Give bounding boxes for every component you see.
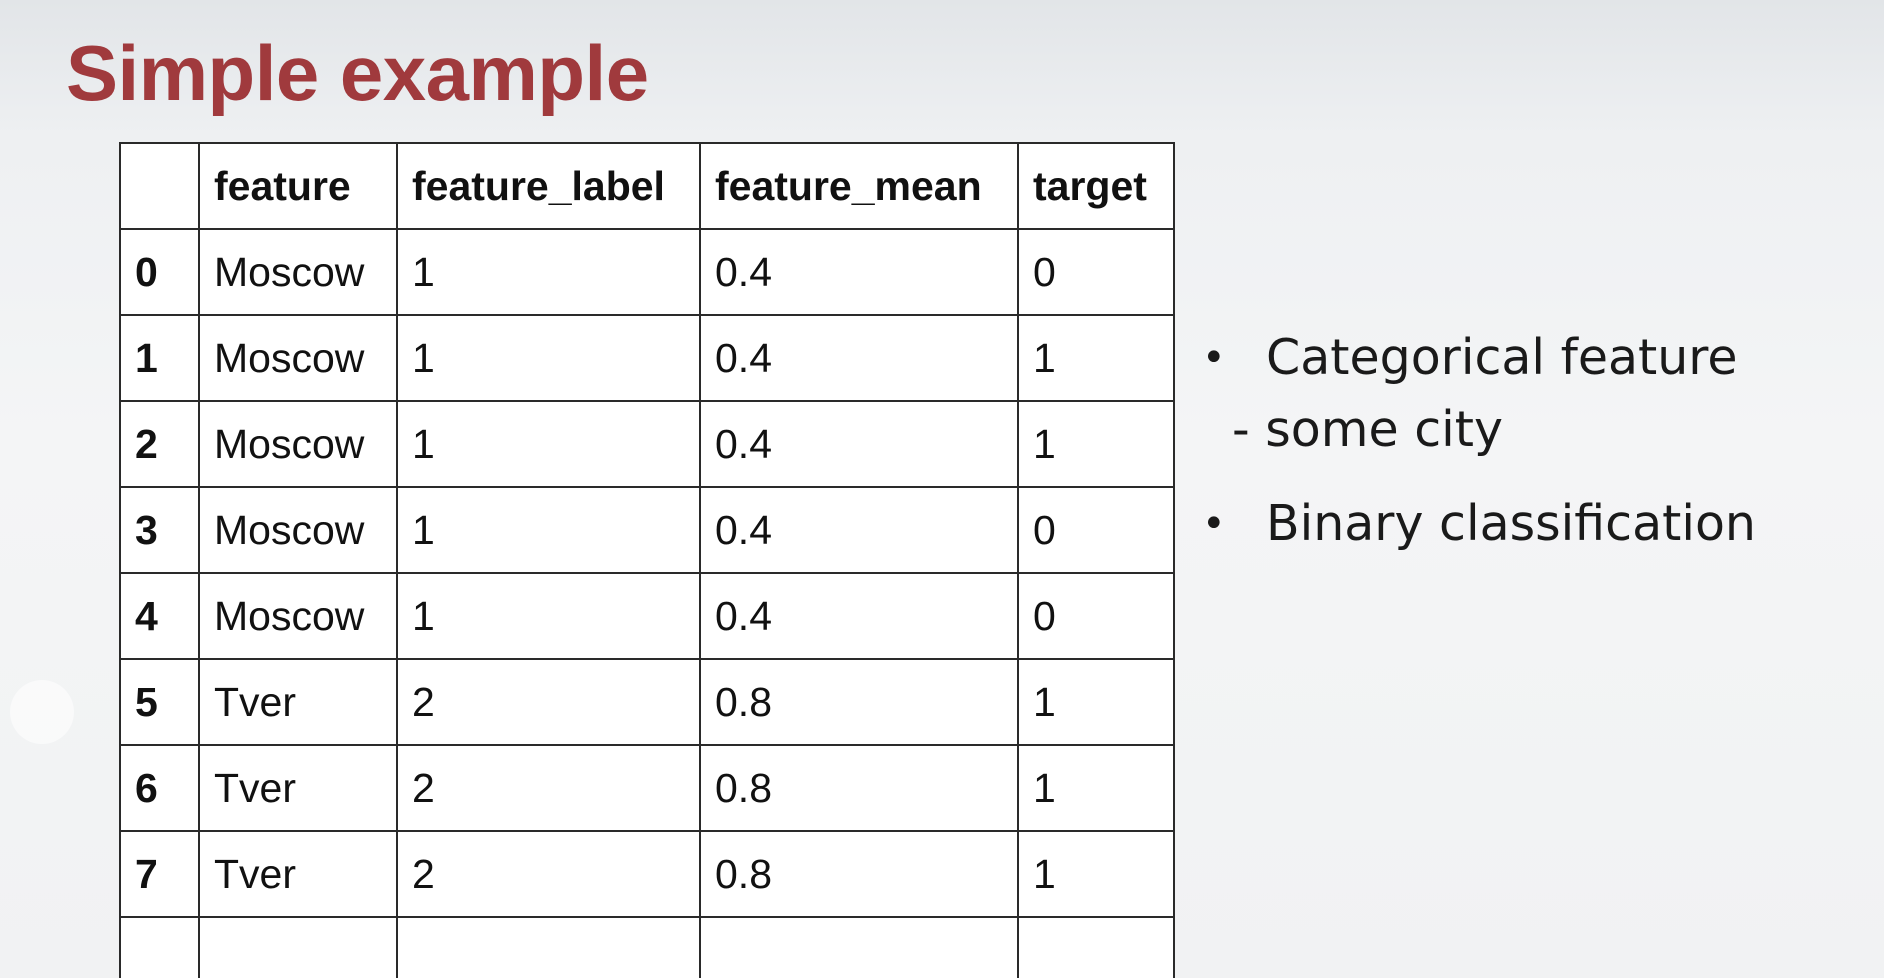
slide: Simple example feature feature_label fea… (0, 0, 1884, 978)
feature-label-cell: 1 (396, 314, 701, 402)
target-cell: 0 (1017, 572, 1175, 660)
bullet-text: Categorical feature (1266, 329, 1738, 386)
target-cell: 1 (1017, 830, 1175, 918)
bullet-text: Binary classification (1266, 495, 1756, 552)
table-row: 7 Tver 2 0.8 1 (119, 830, 1175, 918)
feature-cell: Tver (198, 744, 398, 832)
feature-cell (198, 916, 398, 978)
target-cell: 1 (1017, 658, 1175, 746)
feature-mean-cell: 0.8 (699, 830, 1019, 918)
row-index-cell (119, 916, 200, 978)
feature-label-cell: 2 (396, 830, 701, 918)
table-row: 1 Moscow 1 0.4 1 (119, 314, 1175, 402)
feature-mean-cell: 0.4 (699, 400, 1019, 488)
feature-cell: Tver (198, 658, 398, 746)
feature-cell: Moscow (198, 228, 398, 316)
table-header-row: feature feature_label feature_mean targe… (119, 142, 1175, 230)
feature-label-cell: 2 (396, 744, 701, 832)
feature-cell: Moscow (198, 486, 398, 574)
data-table: feature feature_label feature_mean targe… (119, 142, 1175, 978)
row-index-cell: 6 (119, 744, 200, 832)
slide-title: Simple example (66, 29, 649, 117)
bullet-subtext: - some city (1232, 401, 1503, 458)
target-cell (1017, 916, 1175, 978)
table-row: 6 Tver 2 0.8 1 (119, 744, 1175, 832)
row-index-cell: 3 (119, 486, 200, 574)
table-row: 4 Moscow 1 0.4 0 (119, 572, 1175, 660)
header-feature: feature (198, 142, 398, 230)
table-row: 0 Moscow 1 0.4 0 (119, 228, 1175, 316)
header-feature-label: feature_label (396, 142, 701, 230)
feature-label-cell: 1 (396, 400, 701, 488)
feature-mean-cell: 0.8 (699, 744, 1019, 832)
table-row-partial (119, 916, 1175, 978)
feature-cell: Moscow (198, 400, 398, 488)
header-index (119, 142, 200, 230)
feature-mean-cell (699, 916, 1019, 978)
feature-cell: Moscow (198, 572, 398, 660)
feature-label-cell: 1 (396, 572, 701, 660)
decorative-circle (10, 680, 74, 744)
bullet-list: • Categorical feature - some city • Bina… (1196, 322, 1756, 582)
table-row: 5 Tver 2 0.8 1 (119, 658, 1175, 746)
feature-mean-cell: 0.4 (699, 572, 1019, 660)
header-feature-mean: feature_mean (699, 142, 1019, 230)
row-index-cell: 7 (119, 830, 200, 918)
feature-cell: Moscow (198, 314, 398, 402)
feature-cell: Tver (198, 830, 398, 918)
table-row: 2 Moscow 1 0.4 1 (119, 400, 1175, 488)
row-index-cell: 0 (119, 228, 200, 316)
feature-label-cell: 1 (396, 228, 701, 316)
target-cell: 0 (1017, 228, 1175, 316)
bullet-item: • Binary classification (1196, 488, 1756, 560)
feature-mean-cell: 0.4 (699, 486, 1019, 574)
row-index-cell: 5 (119, 658, 200, 746)
row-index-cell: 2 (119, 400, 200, 488)
feature-mean-cell: 0.8 (699, 658, 1019, 746)
target-cell: 1 (1017, 744, 1175, 832)
feature-mean-cell: 0.4 (699, 228, 1019, 316)
bullet-dot-icon: • (1202, 335, 1226, 381)
feature-label-cell: 1 (396, 486, 701, 574)
table-row: 3 Moscow 1 0.4 0 (119, 486, 1175, 574)
row-index-cell: 1 (119, 314, 200, 402)
bullet-item: • Categorical feature - some city (1196, 322, 1756, 466)
feature-mean-cell: 0.4 (699, 314, 1019, 402)
feature-label-cell (396, 916, 701, 978)
feature-label-cell: 2 (396, 658, 701, 746)
bullet-dot-icon: • (1202, 501, 1226, 547)
target-cell: 1 (1017, 314, 1175, 402)
header-target: target (1017, 142, 1175, 230)
row-index-cell: 4 (119, 572, 200, 660)
target-cell: 0 (1017, 486, 1175, 574)
target-cell: 1 (1017, 400, 1175, 488)
